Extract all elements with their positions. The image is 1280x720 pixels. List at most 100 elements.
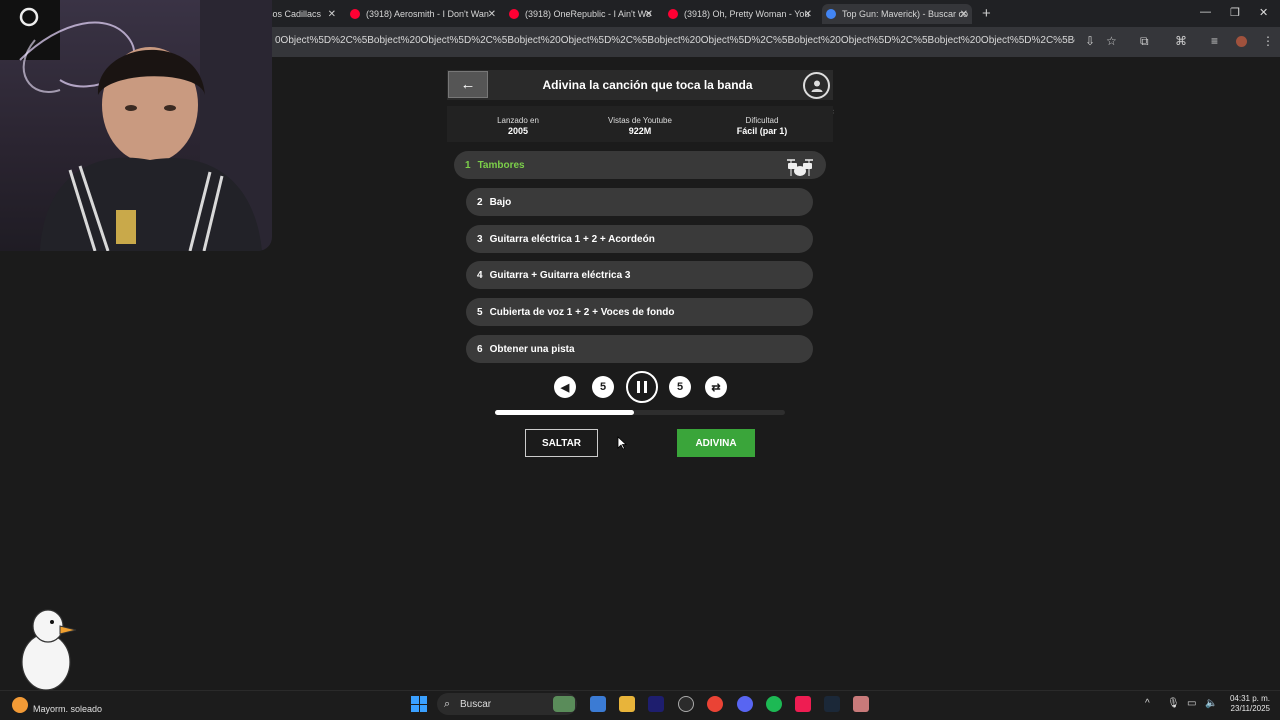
tab-title: sos Cadillacs [268,9,322,19]
tab[interactable]: (3918) Aerosmith - I Don't Wan ✕ [350,4,496,24]
track-number: 1 [465,159,471,171]
chrome-icon[interactable] [707,696,723,712]
youtube-icon [350,9,360,19]
tab[interactable]: (3918) OneRepublic - I Ain't Wo ✕ [509,4,653,24]
close-window-icon[interactable]: ✕ [1259,6,1268,19]
cursor-icon [617,436,627,450]
repeat-off-icon: ⇄ [711,381,721,394]
bookmark-star-icon[interactable]: ☆ [1106,34,1117,48]
track-number: 6 [477,343,483,355]
tab-title: (3918) Oh, Pretty Woman - You [684,9,810,19]
tab-active[interactable]: Top Gun: Maverick) - Buscar co ✕ [822,4,972,24]
youtube-icon [509,9,519,19]
volume-icon: ◀ [560,381,570,394]
release-year: Lanzado en 2005 [478,116,558,136]
track-label: Cubierta de voz 1 + 2 + Voces de fondo [489,306,675,318]
new-tab-button[interactable]: + [982,5,991,22]
webcam-overlay [0,0,272,251]
taskbar-clock[interactable]: 04:31 p. m. 23/11/2025 [1224,694,1270,714]
track-item[interactable]: 3 Guitarra eléctrica 1 + 2 + Acordeón [466,225,813,253]
file-explorer-icon[interactable] [619,696,635,712]
meta-value: 922M [628,126,652,136]
meta-value: Fácil (par 1) [736,126,788,136]
close-icon[interactable]: ✕ [645,9,653,20]
tab-title: Top Gun: Maverick) - Buscar co [842,9,969,19]
rewind-button[interactable]: 5 [592,376,614,398]
maximize-icon[interactable]: ❐ [1230,6,1240,19]
loop-button[interactable]: ⇄ [705,376,727,398]
track-label: Obtener una pista [489,343,575,355]
track-label: Bajo [489,196,512,208]
track-item[interactable]: 5 Cubierta de voz 1 + 2 + Voces de fondo [466,298,813,326]
progress-bar[interactable] [495,410,785,415]
page-title: Adivina la canción que toca la banda [542,78,753,92]
track-label: Guitarra eléctrica 1 + 2 + Acordeón [489,233,655,245]
progress-fill [495,410,635,415]
tray-chevron-icon[interactable]: ^ [1145,698,1150,709]
search-highlight-icon [553,696,575,712]
track-item-current[interactable]: 1 Tambores [454,151,826,179]
drum-kit-icon [787,159,813,176]
track-number: 4 [477,269,483,281]
volume-button[interactable]: ◀ [554,376,576,398]
spotify-icon[interactable] [766,696,782,712]
close-icon[interactable]: ✕ [960,9,968,20]
discord-icon[interactable] [737,696,753,712]
search-placeholder: Buscar [460,699,492,710]
steam-icon[interactable] [824,696,840,712]
meta-value: 2005 [507,126,529,136]
skip-button[interactable]: SALTAR [525,429,598,457]
track-item[interactable]: 4 Guitarra + Guitarra eléctrica 3 [466,261,813,289]
media-icon[interactable]: ≡ [1211,34,1218,48]
minimize-icon[interactable]: — [1200,6,1211,18]
guess-button[interactable]: ADIVINA [677,429,755,457]
track-label: Tambores [477,159,525,171]
clock-date: 23/11/2025 [1230,704,1270,713]
arrow-left-icon: ← [460,76,476,93]
meta-label: Dificultad [745,116,779,125]
pause-button[interactable] [626,371,658,403]
extensions-icon[interactable]: ⧉ [1140,34,1149,49]
track-item[interactable]: 2 Bajo [466,188,813,216]
google-icon [826,9,836,19]
meta-label: Lanzado en [497,116,539,125]
clock-time: 04:31 p. m. [1229,694,1270,703]
tab-title: (3918) Aerosmith - I Don't Wan [366,9,489,19]
store-icon[interactable] [590,696,606,712]
forward-button[interactable]: 5 [669,376,691,398]
profile-avatar[interactable] [1236,36,1247,47]
microphone-icon[interactable]: 🎙 [1167,698,1180,709]
difficulty: Dificultad Fácil (par 1) [717,116,807,136]
back-button[interactable]: ← [448,71,488,98]
meta-label: Vistas de Youtube [608,116,672,125]
close-icon[interactable]: ✕ [328,9,336,20]
windows-start-icon[interactable] [411,696,427,712]
search-icon: ⌕ [444,698,451,710]
taskbar [0,690,1280,720]
tiktok-icon[interactable] [795,696,811,712]
github-icon[interactable] [678,696,694,712]
weather-sun-icon[interactable] [12,697,28,713]
forward-5-icon: 5 [676,381,684,393]
weather-text[interactable]: Mayorm. soleado [33,704,102,714]
translate-icon[interactable]: ⌘ [1175,34,1187,48]
pause-icon [637,381,647,393]
premiere-icon[interactable] [648,696,664,712]
network-icon[interactable]: ▭ [1187,698,1196,709]
close-icon[interactable]: ✕ [804,9,812,20]
url-field[interactable]: 0Object%5D%2C%5Bobject%20Object%5D%2C%5B… [275,35,1075,46]
install-icon[interactable]: ⇩ [1085,34,1095,48]
tab[interactable]: (3918) Oh, Pretty Woman - You ✕ [668,4,812,24]
track-number: 2 [477,196,483,208]
track-number: 5 [477,306,483,318]
profile-button[interactable] [803,72,830,99]
close-icon[interactable]: ✕ [488,9,496,20]
tab[interactable]: sos Cadillacs ✕ [268,4,336,24]
menu-icon[interactable]: ⋮ [1262,34,1274,48]
track-number: 3 [477,233,483,245]
hint-item[interactable]: 6 Obtener una pista [466,335,813,363]
app-icon[interactable] [853,696,869,712]
speaker-icon[interactable]: 🔈 [1205,698,1217,709]
duck-mascot [21,609,77,695]
youtube-icon [668,9,678,19]
